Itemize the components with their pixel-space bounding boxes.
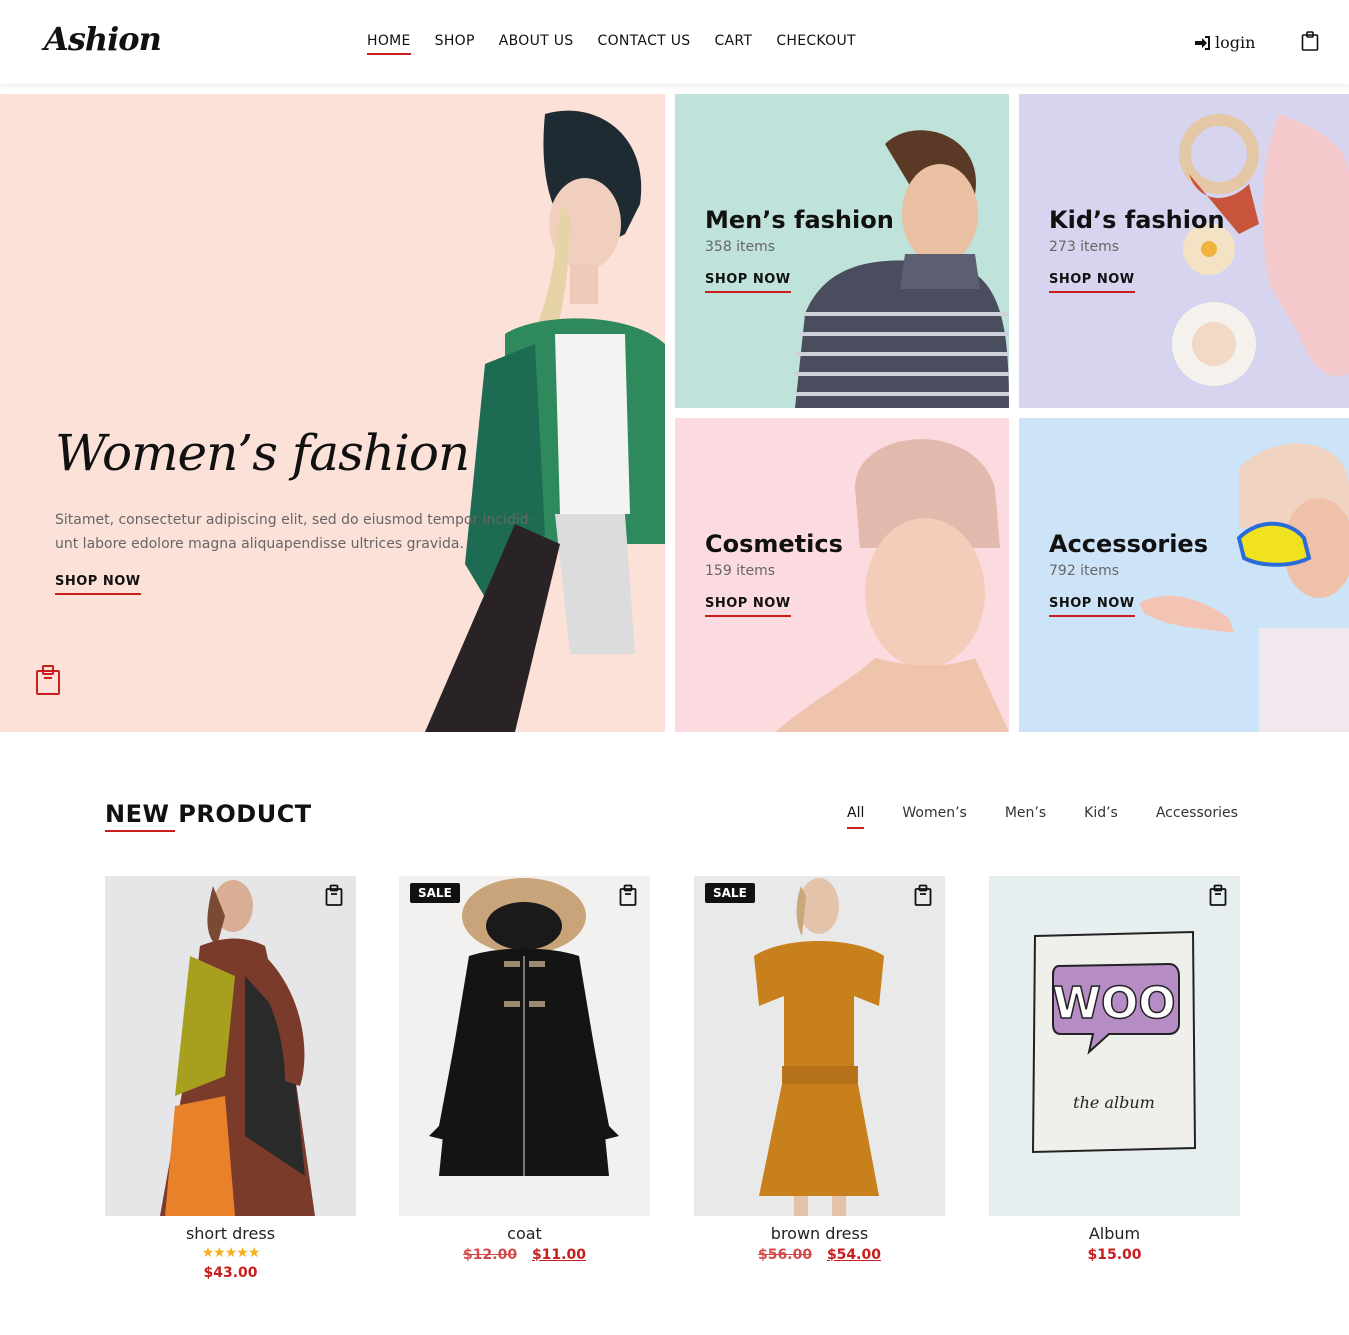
man-model-image xyxy=(795,130,1009,408)
album-cover-image: WOO the album xyxy=(1031,930,1197,1154)
current-price: $54.00 xyxy=(826,1247,881,1263)
current-price: $15.00 xyxy=(1087,1247,1142,1263)
old-price: $12.00 xyxy=(463,1247,518,1263)
tile-title: Kid’s fashion xyxy=(1049,206,1225,234)
nav-home[interactable]: HOME xyxy=(367,33,411,55)
title-underline xyxy=(105,830,175,832)
add-to-cart-icon[interactable] xyxy=(325,884,343,906)
nav-cart[interactable]: CART xyxy=(714,33,752,55)
category-tile-mens: Men’s fashion 358 items SHOP NOW xyxy=(675,94,1009,408)
login-link[interactable]: login xyxy=(1195,33,1255,52)
category-tile-cosmetics: Cosmetics 159 items SHOP NOW xyxy=(675,418,1009,732)
coat-image xyxy=(429,878,619,1176)
woman-towel-image xyxy=(775,439,1009,732)
tile-count: 358 items xyxy=(705,239,776,255)
add-to-cart-icon[interactable] xyxy=(619,884,637,906)
nav-contact-us[interactable]: CONTACT US xyxy=(598,33,691,55)
tile-title: Cosmetics xyxy=(705,530,843,558)
hero-womens-fashion: Women’s fashion Sitamet, consectetur adi… xyxy=(0,94,665,732)
woman-model-image xyxy=(425,110,665,732)
product-card[interactable]: SALE brown dress $56.00 $54.00 xyxy=(694,876,945,1263)
hero-title: Women’s fashion xyxy=(55,424,470,482)
product-name[interactable]: short dress xyxy=(105,1224,356,1243)
album-art-text: WOO xyxy=(1052,978,1175,1029)
tile-title: Accessories xyxy=(1049,530,1208,558)
short-dress-image xyxy=(160,880,315,1216)
product-image[interactable]: WOO the album xyxy=(989,876,1240,1216)
nav-shop[interactable]: SHOP xyxy=(435,33,475,55)
brown-dress-image xyxy=(754,878,884,1216)
product-price: $15.00 xyxy=(989,1247,1240,1263)
product-filters: All Women’s Men’s Kid’s Accessories xyxy=(847,805,1238,829)
hero-description: Sitamet, consectetur adipiscing elit, se… xyxy=(55,512,534,552)
product-name[interactable]: brown dress xyxy=(694,1224,945,1243)
product-price: $43.00 xyxy=(105,1265,356,1281)
tile-shop-now-link[interactable]: SHOP NOW xyxy=(705,596,791,617)
rating-stars: ★★★★★ xyxy=(201,1245,261,1261)
product-price: $12.00 $11.00 xyxy=(399,1247,650,1263)
category-tile-accessories: Accessories 792 items SHOP NOW xyxy=(1019,418,1349,732)
nav-about-us[interactable]: ABOUT US xyxy=(499,33,574,55)
site-header: Ashion HOME SHOP ABOUT US CONTACT US CAR… xyxy=(0,0,1349,84)
filter-kids[interactable]: Kid’s xyxy=(1084,805,1118,829)
tile-count: 159 items xyxy=(705,563,776,579)
filter-accessories[interactable]: Accessories xyxy=(1156,805,1238,829)
current-price: $11.00 xyxy=(531,1247,586,1263)
section-title: NEW PRODUCT xyxy=(105,800,312,828)
login-label: login xyxy=(1215,33,1256,52)
sale-badge: SALE xyxy=(410,883,460,903)
tile-count: 792 items xyxy=(1049,563,1120,579)
filter-all[interactable]: All xyxy=(847,805,865,829)
old-price: $56.00 xyxy=(758,1247,813,1263)
sale-badge: SALE xyxy=(705,883,755,903)
tile-shop-now-link[interactable]: SHOP NOW xyxy=(1049,272,1135,293)
nav-checkout[interactable]: CHECKOUT xyxy=(776,33,856,55)
category-tile-kids: Kid’s fashion 273 items SHOP NOW xyxy=(1019,94,1349,408)
product-price: $56.00 $54.00 xyxy=(694,1247,945,1263)
shopping-bag-icon[interactable] xyxy=(35,664,61,696)
woman-sunglasses-image xyxy=(1139,443,1349,732)
add-to-cart-icon[interactable] xyxy=(914,884,932,906)
logo[interactable]: Ashion xyxy=(44,20,162,58)
filter-womens[interactable]: Women’s xyxy=(902,805,966,829)
tile-count: 273 items xyxy=(1049,239,1120,255)
filter-mens[interactable]: Men’s xyxy=(1005,805,1046,829)
kids-items-image xyxy=(1172,114,1349,386)
album-art-subtext: the album xyxy=(1073,1093,1155,1112)
product-card[interactable]: short dress ★★★★★ $43.00 xyxy=(105,876,356,1281)
product-card[interactable]: WOO the album Album $15.00 xyxy=(989,876,1240,1263)
product-card[interactable]: SALE coat $12.00 $11.00 xyxy=(399,876,650,1263)
tile-shop-now-link[interactable]: SHOP NOW xyxy=(1049,596,1135,617)
product-image[interactable]: SALE xyxy=(399,876,650,1216)
hero-shop-now-link[interactable]: SHOP NOW xyxy=(55,574,141,595)
add-to-cart-icon[interactable] xyxy=(1209,884,1227,906)
product-image[interactable]: SALE xyxy=(694,876,945,1216)
product-name[interactable]: Album xyxy=(989,1224,1240,1243)
sign-in-icon xyxy=(1195,35,1210,50)
product-name[interactable]: coat xyxy=(399,1224,650,1243)
tile-shop-now-link[interactable]: SHOP NOW xyxy=(705,272,791,293)
shopping-bag-icon[interactable] xyxy=(1301,31,1319,51)
tile-title: Men’s fashion xyxy=(705,206,894,234)
main-nav: HOME SHOP ABOUT US CONTACT US CART CHECK… xyxy=(367,33,856,55)
current-price: $43.00 xyxy=(203,1265,258,1281)
product-image[interactable] xyxy=(105,876,356,1216)
